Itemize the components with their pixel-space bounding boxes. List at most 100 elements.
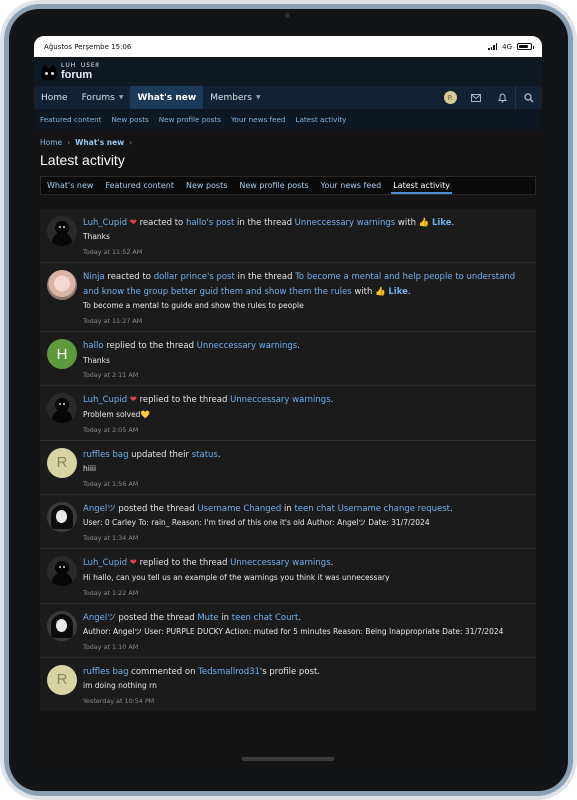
avatar[interactable] (47, 216, 77, 246)
subnav-your-news-feed[interactable]: Your news feed (231, 115, 285, 124)
user-link[interactable]: Angelツ (83, 504, 116, 514)
status-link[interactable]: status (192, 450, 218, 460)
user-link[interactable]: Luh_Cupid (83, 218, 127, 228)
avatar[interactable]: R (47, 664, 77, 695)
tab-new-posts[interactable]: New posts (180, 177, 233, 194)
logo-subtext: ᒪᑌᕼ ᑌSEᖇ (61, 61, 101, 69)
nav-forums[interactable]: Forums ▼ (75, 86, 131, 109)
status-bar: Ağustos Perşembe 15:06 4G (34, 36, 542, 57)
thread-link[interactable]: Mute (197, 613, 218, 623)
breadcrumb-separator: › (129, 138, 133, 147)
thread-link[interactable]: Unneccessary warnings (295, 218, 396, 228)
subnav-latest-activity[interactable]: Latest activity (295, 115, 346, 124)
activity-snippet: Problem solved💛 (83, 409, 150, 419)
activity-time[interactable]: Yesterday at 10:54 PM (83, 697, 529, 705)
user-link[interactable]: ruffles bag (83, 450, 128, 460)
avatar[interactable]: R (47, 447, 77, 478)
activity-time[interactable]: Today at 2:11 AM (83, 371, 529, 379)
screen: Ağustos Perşembe 15:06 4G ᒪᑌᕼ ᑌSEᖇ forum (34, 36, 542, 764)
site-header: ᒪᑌᕼ ᑌSEᖇ forum (34, 57, 542, 86)
activity-snippet: Thanks (83, 232, 110, 242)
tab-new-profile-posts[interactable]: New profile posts (233, 177, 314, 194)
list-item: R ruffles bag updated their status. hiii… (40, 441, 536, 495)
tab-bar: What's new Featured content New posts Ne… (40, 176, 536, 195)
chevron-down-icon[interactable]: ▼ (119, 94, 124, 101)
activity-snippet: Hi hallo, can you tell us an example of … (83, 572, 390, 582)
avatar[interactable] (47, 502, 77, 532)
sub-nav: Featured content New posts New profile p… (34, 109, 542, 129)
tablet-device: Ağustos Perşembe 15:06 4G ᒪᑌᕼ ᑌSEᖇ forum (0, 0, 577, 800)
user-link[interactable]: Luh_Cupid (83, 395, 127, 405)
thumbs-up-icon: 👍 (375, 286, 386, 297)
main-nav: Home Forums ▼ What's new Members ▼ R (34, 86, 542, 109)
search-button[interactable] (516, 86, 542, 109)
account-button[interactable]: R (437, 86, 463, 109)
avatar[interactable] (47, 393, 77, 424)
forum-link[interactable]: teen chat Username change request (294, 504, 450, 514)
activity-time[interactable]: Today at 1:22 AM (83, 589, 529, 597)
activity-time[interactable]: Today at 1:56 AM (83, 480, 529, 488)
list-item: R ruffles bag commented on Tedsmallrod31… (40, 658, 536, 711)
breadcrumb-whats-new[interactable]: What's new (75, 138, 124, 147)
avatar[interactable]: H (47, 339, 77, 370)
post-link[interactable]: hallo's post (186, 218, 234, 228)
activity-time[interactable]: Today at 1:10 AM (83, 643, 529, 651)
list-item: Luh_Cupid ❤ reacted to hallo's post in t… (40, 209, 536, 264)
subnav-featured-content[interactable]: Featured content (40, 115, 102, 124)
post-link[interactable]: dollar prince's post (154, 272, 235, 282)
nav-members[interactable]: Members ▼ (203, 86, 267, 109)
user-link[interactable]: hallo (83, 341, 104, 351)
thread-link[interactable]: Unneccessary warnings (230, 558, 331, 568)
site-logo[interactable]: ᒪᑌᕼ ᑌSEᖇ forum (40, 61, 101, 81)
logo-text: forum (61, 68, 93, 81)
nav-whats-new[interactable]: What's new (130, 86, 204, 109)
forum-link[interactable]: teen chat Court (232, 613, 299, 623)
chevron-down-icon[interactable]: ▼ (256, 94, 261, 101)
breadcrumb-home[interactable]: Home (40, 138, 62, 147)
camera-icon (285, 13, 290, 18)
reaction-label: Like (431, 218, 452, 228)
activity-snippet: User: 0 Carley To: rain_ Reason: I'm tir… (83, 518, 430, 528)
avatar[interactable] (47, 610, 77, 641)
battery-icon (517, 43, 534, 50)
user-link[interactable]: Luh_Cupid (83, 558, 127, 568)
list-item: Luh_Cupid ❤ replied to the thread Unnecc… (40, 549, 536, 604)
tab-latest-activity[interactable]: Latest activity (387, 177, 456, 194)
cat-logo-icon (40, 63, 58, 80)
thread-link[interactable]: Unneccessary warnings (230, 395, 331, 405)
tab-your-news-feed[interactable]: Your news feed (315, 177, 388, 194)
activity-snippet: Author: Angelツ User: PURPLE DUCKY Action… (83, 627, 504, 637)
search-icon (524, 92, 534, 102)
thread-link[interactable]: Unneccessary warnings (197, 341, 298, 351)
subnav-new-profile-posts[interactable]: New profile posts (159, 115, 221, 124)
subnav-new-posts[interactable]: New posts (112, 115, 149, 124)
activity-time[interactable]: Today at 11:52 AM (83, 248, 529, 256)
status-time: Ağustos Perşembe 15:06 (44, 42, 132, 51)
inbox-button[interactable] (463, 86, 489, 109)
breadcrumb: Home › What's new › (40, 138, 542, 147)
thread-link[interactable]: Username Changed (197, 504, 281, 514)
user-link[interactable]: Ninja (83, 272, 105, 282)
avatar[interactable] (47, 556, 77, 587)
list-item: Luh_Cupid ❤ replied to the thread Unnecc… (40, 386, 536, 441)
alerts-button[interactable] (489, 86, 515, 109)
user-link[interactable]: Angelツ (83, 613, 116, 623)
activity-snippet: hiiii (83, 464, 97, 474)
avatar[interactable] (47, 270, 77, 301)
tab-featured-content[interactable]: Featured content (99, 177, 179, 194)
heart-icon: ❤ (129, 395, 137, 406)
home-indicator[interactable] (242, 757, 334, 761)
nav-home[interactable]: Home (34, 86, 75, 109)
activity-time[interactable]: Today at 1:34 AM (83, 534, 529, 542)
activity-snippet: im doing nothing rn (83, 681, 157, 691)
page-title: Latest activity (40, 152, 125, 168)
tab-whats-new[interactable]: What's new (41, 177, 99, 194)
reaction-label: Like (388, 286, 408, 297)
profile-link[interactable]: Tedsmallrod31 (198, 667, 260, 677)
activity-list: Luh_Cupid ❤ reacted to hallo's post in t… (40, 209, 536, 712)
activity-time[interactable]: Today at 11:27 AM (83, 317, 529, 325)
user-link[interactable]: ruffles bag (83, 667, 128, 677)
activity-time[interactable]: Today at 2:05 AM (83, 426, 529, 434)
bell-icon (497, 92, 507, 103)
thumbs-up-icon: 👍 (418, 218, 430, 228)
